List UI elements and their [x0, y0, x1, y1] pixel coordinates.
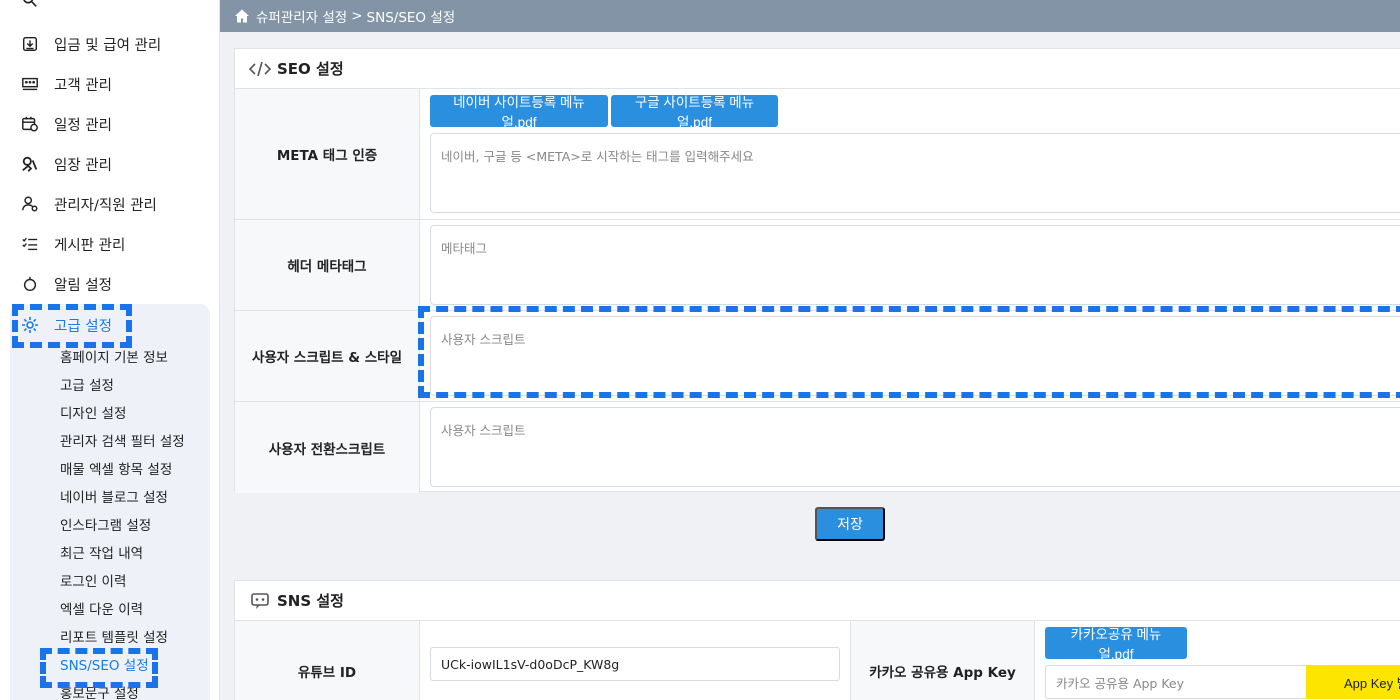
site-visit-icon	[20, 154, 40, 174]
header-meta-textarea[interactable]: 메타태그	[430, 225, 1400, 305]
sns-row: 유튜브 ID UCk-iowIL1sV-d0oDcP_KW8g 카카오 공유용 …	[235, 621, 1400, 700]
breadcrumb: 슈퍼관리자 설정 > SNS/SEO 설정	[220, 0, 1400, 32]
sidebar: 입금 및 급여 관리 고객 관리 일정 관리 임장 관리 관리자/직원 관리 게…	[0, 0, 220, 700]
seo-title-text: SEO 설정	[277, 60, 344, 78]
sns-panel-title: SNS 설정	[235, 581, 1400, 621]
sidebar-subitem-homepage-info[interactable]: 홈페이지 기본 정보	[60, 348, 168, 368]
conversion-script-row: 사용자 전환스크립트 사용자 스크립트	[235, 402, 1400, 493]
sidebar-subitem-sns-seo[interactable]: SNS/SEO 설정	[60, 656, 149, 676]
sns-panel: SNS 설정 유튜브 ID UCk-iowIL1sV-d0oDcP_KW8g 카…	[234, 580, 1400, 700]
youtube-id-label: 유튜브 ID	[235, 621, 420, 700]
user-script-textarea[interactable]: 사용자 스크립트	[430, 316, 1400, 396]
calendar-clock-icon	[20, 114, 40, 134]
kakao-manual-button[interactable]: 카카오공유 메뉴얼.pdf	[1045, 627, 1187, 662]
gear-icon	[20, 315, 40, 335]
sidebar-subitem-design[interactable]: 디자인 설정	[60, 404, 126, 424]
conversion-script-label: 사용자 전환스크립트	[235, 402, 420, 493]
header-meta-label: 헤더 메타태그	[235, 220, 420, 310]
sidebar-item-label: 입금 및 급여 관리	[54, 37, 162, 54]
list-check-icon	[20, 234, 40, 254]
sidebar-subitem-excel-fields[interactable]: 매물 엑셀 항목 설정	[60, 460, 172, 480]
kakao-appkey-input[interactable]: 카카오 공유용 App Key	[1045, 665, 1315, 699]
google-manual-button[interactable]: 구글 사이트등록 메뉴얼.pdf	[611, 95, 778, 130]
youtube-id-input[interactable]: UCk-iowIL1sV-d0oDcP_KW8g	[430, 647, 840, 681]
sidebar-subitem-excel-download-history[interactable]: 엑셀 다운 이력	[60, 600, 143, 620]
breadcrumb-separator: >	[351, 8, 363, 24]
sidebar-item-deposit-salary[interactable]: 입금 및 급여 관리	[20, 32, 161, 56]
meta-tag-textarea[interactable]: 네이버, 구글 등 <META>로 시작하는 태그를 입력해주세요	[430, 133, 1400, 213]
seo-panel-title: SEO 설정	[235, 49, 1400, 89]
sidebar-item-board[interactable]: 게시판 관리	[20, 232, 125, 256]
sidebar-item-cutoff[interactable]	[20, 0, 54, 12]
code-icon	[249, 60, 271, 78]
sns-title-text: SNS 설정	[277, 592, 344, 610]
user-script-label: 사용자 스크립트 & 스타일	[235, 311, 420, 401]
users-group-icon	[20, 74, 40, 94]
sidebar-subitem-search-filter[interactable]: 관리자 검색 필터 설정	[60, 432, 185, 452]
sidebar-subitem-advanced[interactable]: 고급 설정	[60, 376, 114, 396]
appkey-issue-button[interactable]: App Key 발	[1306, 665, 1400, 699]
sidebar-item-schedule[interactable]: 일정 관리	[20, 112, 112, 136]
kakao-appkey-label: 카카오 공유용 App Key	[850, 621, 1035, 700]
sidebar-item-label: 게시판 관리	[54, 237, 126, 254]
sidebar-subitem-naver-blog[interactable]: 네이버 블로그 설정	[60, 488, 168, 508]
sidebar-item-admin-staff[interactable]: 관리자/직원 관리	[20, 192, 157, 216]
alarm-icon	[20, 274, 40, 294]
sidebar-item-advanced-settings[interactable]: 고급 설정	[20, 312, 112, 338]
sidebar-item-customers[interactable]: 고객 관리	[20, 72, 112, 96]
meta-tag-label: META 태그 인증	[235, 89, 420, 219]
seo-panel: SEO 설정 META 태그 인증 네이버 사이트등록 메뉴얼.pdf 구글 사…	[234, 48, 1400, 493]
breadcrumb-current: SNS/SEO 설정	[366, 10, 456, 26]
conversion-script-textarea[interactable]: 사용자 스크립트	[430, 407, 1400, 487]
sidebar-item-label: 고객 관리	[54, 77, 112, 94]
breadcrumb-root[interactable]: 슈퍼관리자 설정	[256, 6, 347, 26]
wallet-download-icon	[20, 34, 40, 54]
sidebar-group-label: 고급 설정	[54, 318, 112, 335]
search-icon	[20, 0, 40, 10]
sidebar-item-label: 임장 관리	[54, 157, 112, 174]
sidebar-subitem-promo-text[interactable]: 홍보문구 설정	[60, 684, 139, 700]
sidebar-subitem-report-template[interactable]: 리포트 템플릿 설정	[60, 628, 168, 648]
home-icon[interactable]	[234, 8, 250, 24]
sidebar-subitem-login-history[interactable]: 로그인 이력	[60, 572, 126, 592]
sidebar-item-label: 일정 관리	[54, 117, 112, 134]
naver-manual-button[interactable]: 네이버 사이트등록 메뉴얼.pdf	[430, 95, 608, 130]
user-script-row: 사용자 스크립트 & 스타일 사용자 스크립트	[235, 311, 1400, 402]
sidebar-item-label: 관리자/직원 관리	[54, 197, 157, 214]
sidebar-item-alarm[interactable]: 알림 설정	[20, 272, 112, 296]
sidebar-item-site-visit[interactable]: 임장 관리	[20, 152, 112, 176]
save-button[interactable]: 저장	[815, 507, 885, 541]
meta-tag-row: META 태그 인증 네이버 사이트등록 메뉴얼.pdf 구글 사이트등록 메뉴…	[235, 89, 1400, 220]
header-meta-row: 헤더 메타태그 메타태그	[235, 220, 1400, 311]
chat-bot-icon	[249, 592, 271, 610]
sidebar-subitem-instagram[interactable]: 인스타그램 설정	[60, 516, 151, 536]
sidebar-subitem-recent-work[interactable]: 최근 작업 내역	[60, 544, 143, 564]
user-gear-icon	[20, 194, 40, 214]
sidebar-item-label: 알림 설정	[54, 277, 112, 294]
